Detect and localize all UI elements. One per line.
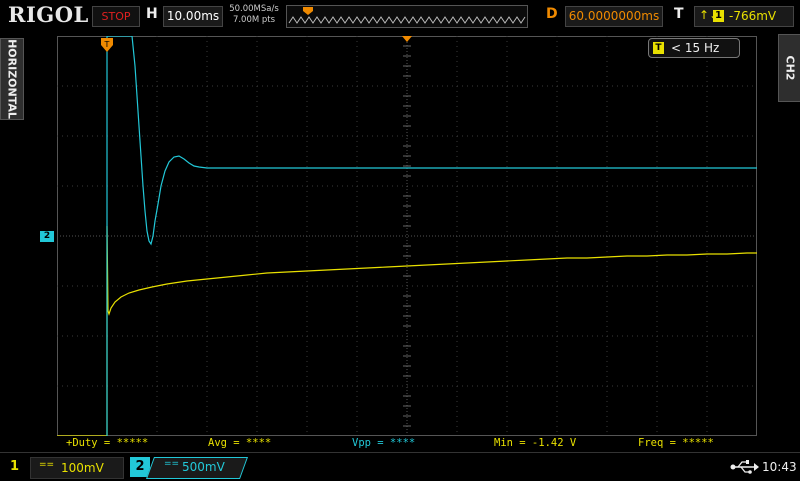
measurement-avg[interactable]: Avg = **** — [208, 436, 271, 451]
top-status-bar: RIGOL STOP H 10.00ms 50.00MSa/s 7.00M pt… — [0, 0, 800, 32]
ch1-scale: 100mV — [61, 461, 104, 475]
measurement-duty[interactable]: +Duty = ***** — [66, 436, 148, 451]
tab-horizontal-label: HORIZONTAL — [5, 39, 19, 119]
sample-rate: 50.00MSa/s — [229, 4, 279, 14]
ch1-number[interactable]: 1 — [10, 459, 19, 474]
waveform-display[interactable] — [57, 35, 757, 437]
brand-logo: RIGOL — [8, 2, 89, 27]
ch1-settings[interactable]: == 100mV — [30, 457, 124, 479]
svg-text:T: T — [104, 40, 110, 49]
freq-counter-source-icon: T — [653, 42, 664, 54]
trigger-settings[interactable]: ↑↓ 1 -766mV — [694, 6, 794, 27]
center-time-marker-icon — [402, 36, 412, 42]
tab-horizontal[interactable]: HORIZONTAL — [0, 38, 24, 120]
memory-waveform-overview — [288, 7, 526, 24]
memory-overview-bar[interactable] — [286, 5, 528, 28]
trigger-level: -766mV — [729, 9, 777, 23]
freq-counter-value: < 15 Hz — [671, 41, 720, 55]
trigger-label: T — [674, 6, 684, 22]
channel-status-bar: 1 == 100mV 2 == 500mV 10:43 — [0, 452, 800, 481]
clock: 10:43 — [762, 460, 797, 474]
memory-trigger-marker-icon — [303, 7, 313, 15]
ch2-offset-marker[interactable]: 2 — [40, 231, 54, 242]
waveform-grid-and-traces — [57, 35, 757, 437]
horizontal-label: H — [146, 6, 158, 22]
ch1-coupling-icon: == — [39, 460, 55, 470]
tab-ch2[interactable]: CH2 — [778, 34, 800, 102]
tab-ch2-label: CH2 — [783, 55, 797, 81]
trigger-source-badge: 1 — [713, 10, 724, 22]
trigger-position-marker-icon[interactable]: T — [101, 38, 113, 58]
acquisition-info: 50.00MSa/s 7.00M pts — [228, 4, 280, 26]
frequency-counter[interactable]: T < 15 Hz — [648, 38, 740, 58]
memory-depth: 7.00M pts — [232, 15, 276, 25]
measurement-bar: +Duty = ***** Avg = **** Vpp = **** Min … — [57, 436, 757, 451]
usb-icon — [730, 458, 760, 476]
run-stop-status[interactable]: STOP — [92, 6, 140, 27]
ch2-scale: 500mV — [182, 460, 225, 474]
measurement-min[interactable]: Min = -1.42 V — [494, 436, 576, 451]
delay-value[interactable]: 60.0000000ms — [565, 6, 663, 27]
measurement-freq[interactable]: Freq = ***** — [638, 436, 714, 451]
ch2-coupling-icon: == — [164, 459, 180, 469]
timebase-value[interactable]: 10.00ms — [163, 6, 223, 27]
measurement-vpp[interactable]: Vpp = **** — [352, 436, 415, 451]
delay-label: D — [546, 6, 558, 22]
